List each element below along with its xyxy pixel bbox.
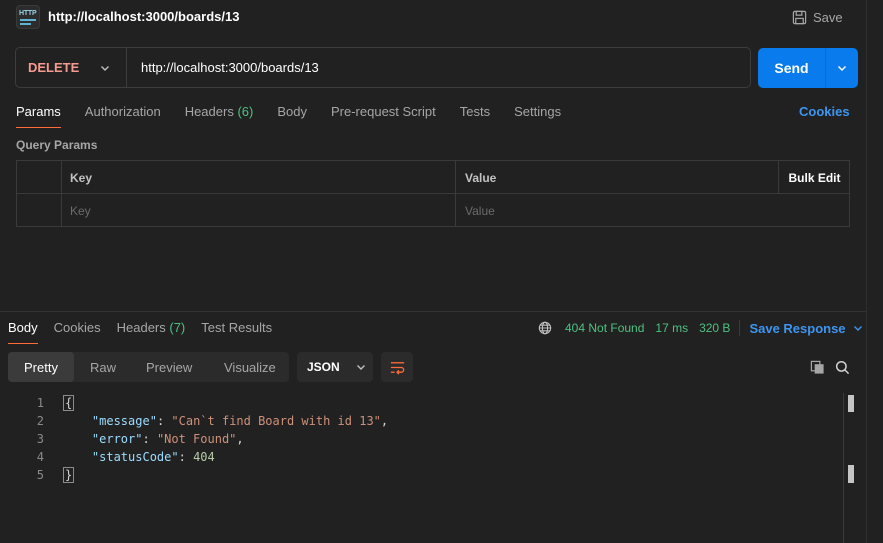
code-line: 3 "error": "Not Found", (36, 432, 244, 446)
save-icon (792, 10, 807, 24)
save-button[interactable]: Save (792, 8, 843, 26)
request-header: HTTP http://localhost:3000/boards/13 Sav… (0, 0, 866, 34)
code-line: 2 "message": "Can`t find Board with id 1… (36, 414, 389, 428)
view-visualize[interactable]: Visualize (207, 352, 287, 382)
response-headers-count: (7) (169, 320, 186, 335)
panel-divider[interactable] (0, 311, 866, 312)
code-line: 5 } (36, 467, 75, 483)
table-header-row: Key Value Bulk Edit (17, 161, 849, 194)
request-title[interactable]: http://localhost:3000/boards/13 (48, 9, 239, 24)
cookies-link[interactable]: Cookies (799, 104, 850, 119)
scrollbar-marker[interactable] (848, 395, 854, 412)
format-select[interactable]: JSON (297, 352, 373, 382)
send-options-button[interactable] (826, 48, 858, 88)
response-tabs: Body Cookies Headers (7) Test Results (8, 320, 288, 344)
send-button[interactable]: Send (758, 48, 825, 88)
key-column-header: Key (62, 161, 456, 194)
chevron-down-icon (838, 66, 846, 71)
send-button-group: Send (758, 48, 858, 88)
tab-tests[interactable]: Tests (460, 104, 490, 128)
save-label: Save (813, 9, 843, 25)
url-bar: DELETE (15, 47, 751, 88)
save-response-button[interactable]: Save Response (749, 321, 862, 336)
copy-icon[interactable] (810, 360, 825, 375)
chevron-down-icon (356, 365, 365, 370)
globe-icon[interactable] (538, 321, 552, 335)
bulk-edit-button[interactable]: Bulk Edit (778, 161, 850, 194)
tab-body[interactable]: Body (277, 104, 307, 128)
code-line: 4 "statusCode": 404 (36, 450, 215, 464)
value-input[interactable]: Value (456, 194, 778, 227)
chevron-down-icon (101, 66, 109, 71)
tab-response-headers[interactable]: Headers (7) (117, 320, 186, 343)
query-params-label: Query Params (16, 138, 98, 152)
value-column-header: Value (465, 170, 497, 185)
editor-scrollbar[interactable] (843, 393, 844, 543)
open-brace: { (63, 395, 75, 411)
response-size[interactable]: 320 B (699, 321, 730, 335)
view-raw[interactable]: Raw (74, 352, 130, 382)
url-input[interactable] (141, 60, 731, 75)
method-select[interactable]: DELETE (16, 48, 127, 87)
tab-headers[interactable]: Headers (6) (185, 104, 254, 128)
tab-settings[interactable]: Settings (514, 104, 561, 128)
response-time[interactable]: 17 ms (655, 321, 688, 335)
chevron-down-icon (853, 326, 862, 331)
key-input[interactable]: Key (62, 194, 456, 227)
tab-pre-request-script[interactable]: Pre-request Script (331, 104, 436, 128)
close-brace: } (63, 467, 75, 483)
request-tabs: Params Authorization Headers (6) Body Pr… (16, 104, 585, 128)
headers-count: (6) (237, 104, 254, 119)
response-meta: 404 Not Found 17 ms 320 B Save Response (538, 320, 863, 336)
tab-params[interactable]: Params (16, 104, 61, 128)
code-line: 1 { (36, 395, 75, 411)
status-badge[interactable]: 404 Not Found (565, 321, 644, 335)
scrollbar-marker[interactable] (848, 465, 854, 483)
query-params-table: Key Value Bulk Edit Key Value (16, 160, 850, 227)
panel-border (866, 0, 867, 543)
method-label: DELETE (28, 60, 80, 75)
tab-authorization[interactable]: Authorization (85, 104, 161, 128)
wrap-lines-button[interactable] (381, 352, 413, 382)
tab-test-results[interactable]: Test Results (201, 320, 272, 343)
format-label: JSON (307, 360, 340, 374)
view-preview[interactable]: Preview (130, 352, 207, 382)
http-icon: HTTP (16, 5, 40, 29)
response-view-selector: Pretty Raw Preview Visualize (8, 352, 289, 382)
tab-response-cookies[interactable]: Cookies (54, 320, 101, 343)
search-icon[interactable] (835, 360, 850, 375)
view-pretty[interactable]: Pretty (8, 352, 74, 382)
tab-response-body[interactable]: Body (8, 320, 38, 344)
table-row: Key Value (17, 194, 849, 227)
wrap-lines-icon (390, 361, 404, 375)
